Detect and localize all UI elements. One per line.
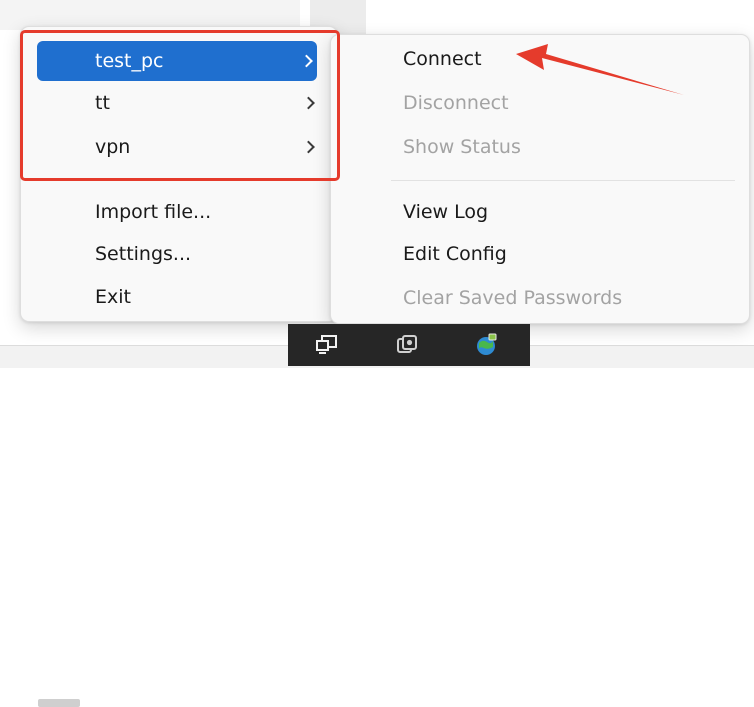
menu-item-label: Disconnect bbox=[403, 92, 509, 114]
submenu-item-disconnect[interactable]: Disconnect bbox=[331, 83, 749, 123]
menu-item-label: Import file... bbox=[95, 201, 212, 223]
menu-item-label: Edit Config bbox=[403, 243, 507, 265]
scrollbar-thumb[interactable] bbox=[38, 699, 80, 707]
system-tray bbox=[288, 324, 530, 366]
submenu-item-edit-config[interactable]: Edit Config bbox=[331, 234, 749, 274]
menu-item-settings[interactable]: Settings... bbox=[21, 234, 337, 274]
menu-item-label: Clear Saved Passwords bbox=[403, 287, 623, 309]
connection-submenu: Connect Disconnect Show Status View Log … bbox=[330, 34, 750, 324]
menu-item-label: Exit bbox=[95, 286, 131, 308]
menu-item-tt[interactable]: tt bbox=[21, 83, 337, 123]
submenu-item-connect[interactable]: Connect bbox=[331, 39, 749, 79]
tray-context-menu: test_pc tt vpn Import file... Settings..… bbox=[20, 26, 338, 322]
menu-item-label: Connect bbox=[403, 48, 482, 70]
menu-item-import-file[interactable]: Import file... bbox=[21, 192, 337, 232]
menu-item-vpn[interactable]: vpn bbox=[21, 127, 337, 167]
network-monitor-icon[interactable] bbox=[312, 330, 342, 360]
submenu-item-view-log[interactable]: View Log bbox=[331, 192, 749, 232]
menu-item-test-pc[interactable]: test_pc bbox=[37, 41, 317, 81]
menu-item-exit[interactable]: Exit bbox=[21, 277, 337, 317]
chevron-right-icon bbox=[300, 54, 313, 68]
openvpn-globe-icon[interactable] bbox=[472, 330, 502, 360]
chevron-right-icon bbox=[302, 140, 315, 154]
submenu-item-clear-saved-passwords[interactable]: Clear Saved Passwords bbox=[331, 278, 749, 318]
menu-item-label: Settings... bbox=[95, 243, 192, 265]
chevron-right-icon bbox=[302, 96, 315, 110]
menu-item-label: View Log bbox=[403, 201, 489, 223]
menu-item-label: Show Status bbox=[403, 136, 521, 158]
menu-item-label: test_pc bbox=[95, 50, 164, 72]
menu-item-label: tt bbox=[95, 92, 110, 114]
submenu-item-show-status[interactable]: Show Status bbox=[331, 127, 749, 167]
menu-item-label: vpn bbox=[95, 136, 131, 158]
copy-windows-icon[interactable] bbox=[392, 330, 422, 360]
menu-separator bbox=[391, 180, 735, 181]
